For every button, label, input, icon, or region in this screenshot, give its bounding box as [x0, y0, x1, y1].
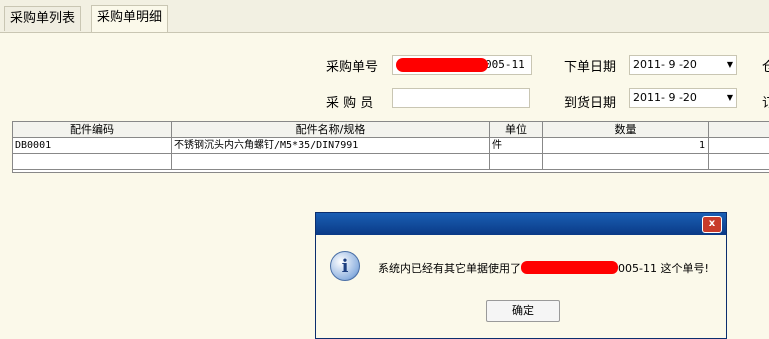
column-header-part-code[interactable]: 配件编码 — [13, 122, 172, 138]
message-prefix: 系统内已经有其它单据使用了 — [378, 262, 521, 275]
tab-bar: 采购单列表 采购单明细 — [0, 0, 769, 33]
dialog-title-bar[interactable]: x — [316, 213, 726, 235]
close-icon: x — [708, 218, 716, 229]
table-cell[interactable]: 件 — [490, 138, 543, 154]
parts-table: 配件编码 配件名称/规格 单位 数量 DB0001 不锈钢沉头内六角螺钉/M5*… — [12, 121, 769, 173]
buyer-input[interactable] — [392, 88, 530, 108]
table-cell[interactable] — [172, 154, 490, 170]
order-no-suffix: 005-11 — [485, 58, 525, 71]
order-date-label: 下单日期 — [564, 60, 617, 75]
message-redaction — [521, 261, 618, 274]
table-cell[interactable] — [13, 154, 172, 170]
arrival-date-label: 到货日期 — [564, 96, 617, 111]
tab-order-list[interactable]: 采购单列表 — [4, 6, 82, 31]
order-no-label: 采购单号 — [326, 60, 379, 75]
table-cell[interactable] — [709, 154, 769, 170]
table-cell[interactable] — [709, 138, 769, 154]
column-header-part-name[interactable]: 配件名称/规格 — [172, 122, 490, 138]
buyer-label: 采 购 员 — [326, 96, 374, 111]
column-header-extra[interactable] — [709, 122, 769, 138]
message-dialog: x i 系统内已经有其它单据使用了 005-11 这个单号! 确定 — [315, 212, 727, 339]
arrival-date-picker[interactable]: 2011- 9 -20 ▼ — [629, 88, 737, 108]
table-cell[interactable]: 不锈钢沉头内六角螺钉/M5*35/DIN7991 — [172, 138, 490, 154]
info-icon: i — [330, 251, 360, 281]
arrival-date-value: 2011- 9 -20 — [633, 91, 697, 104]
chevron-down-icon[interactable]: ▼ — [727, 89, 733, 107]
order-date-picker[interactable]: 2011- 9 -20 ▼ — [629, 55, 737, 75]
table-cell[interactable] — [490, 154, 543, 170]
table-cell[interactable]: DB0001 — [13, 138, 172, 154]
tab-label: 采购单列表 — [10, 11, 76, 26]
dialog-message: 系统内已经有其它单据使用了 005-11 这个单号! — [378, 260, 709, 276]
tab-label: 采购单明细 — [97, 10, 163, 25]
tab-order-detail[interactable]: 采购单明细 — [91, 5, 169, 32]
message-suffix: 005-11 这个单号! — [618, 262, 709, 275]
column-header-quantity[interactable]: 数量 — [543, 122, 709, 138]
close-button[interactable]: x — [702, 216, 722, 233]
chevron-down-icon[interactable]: ▼ — [727, 56, 733, 74]
order-date-value: 2011- 9 -20 — [633, 58, 697, 71]
cut-off-label-2: 订 — [762, 96, 769, 111]
table-cell[interactable] — [543, 154, 709, 170]
table-cell[interactable]: 1 — [543, 138, 709, 154]
order-no-redaction — [396, 58, 488, 72]
column-header-unit[interactable]: 单位 — [490, 122, 543, 138]
cut-off-label-1: 仓 — [762, 60, 769, 75]
ok-button[interactable]: 确定 — [486, 300, 560, 322]
